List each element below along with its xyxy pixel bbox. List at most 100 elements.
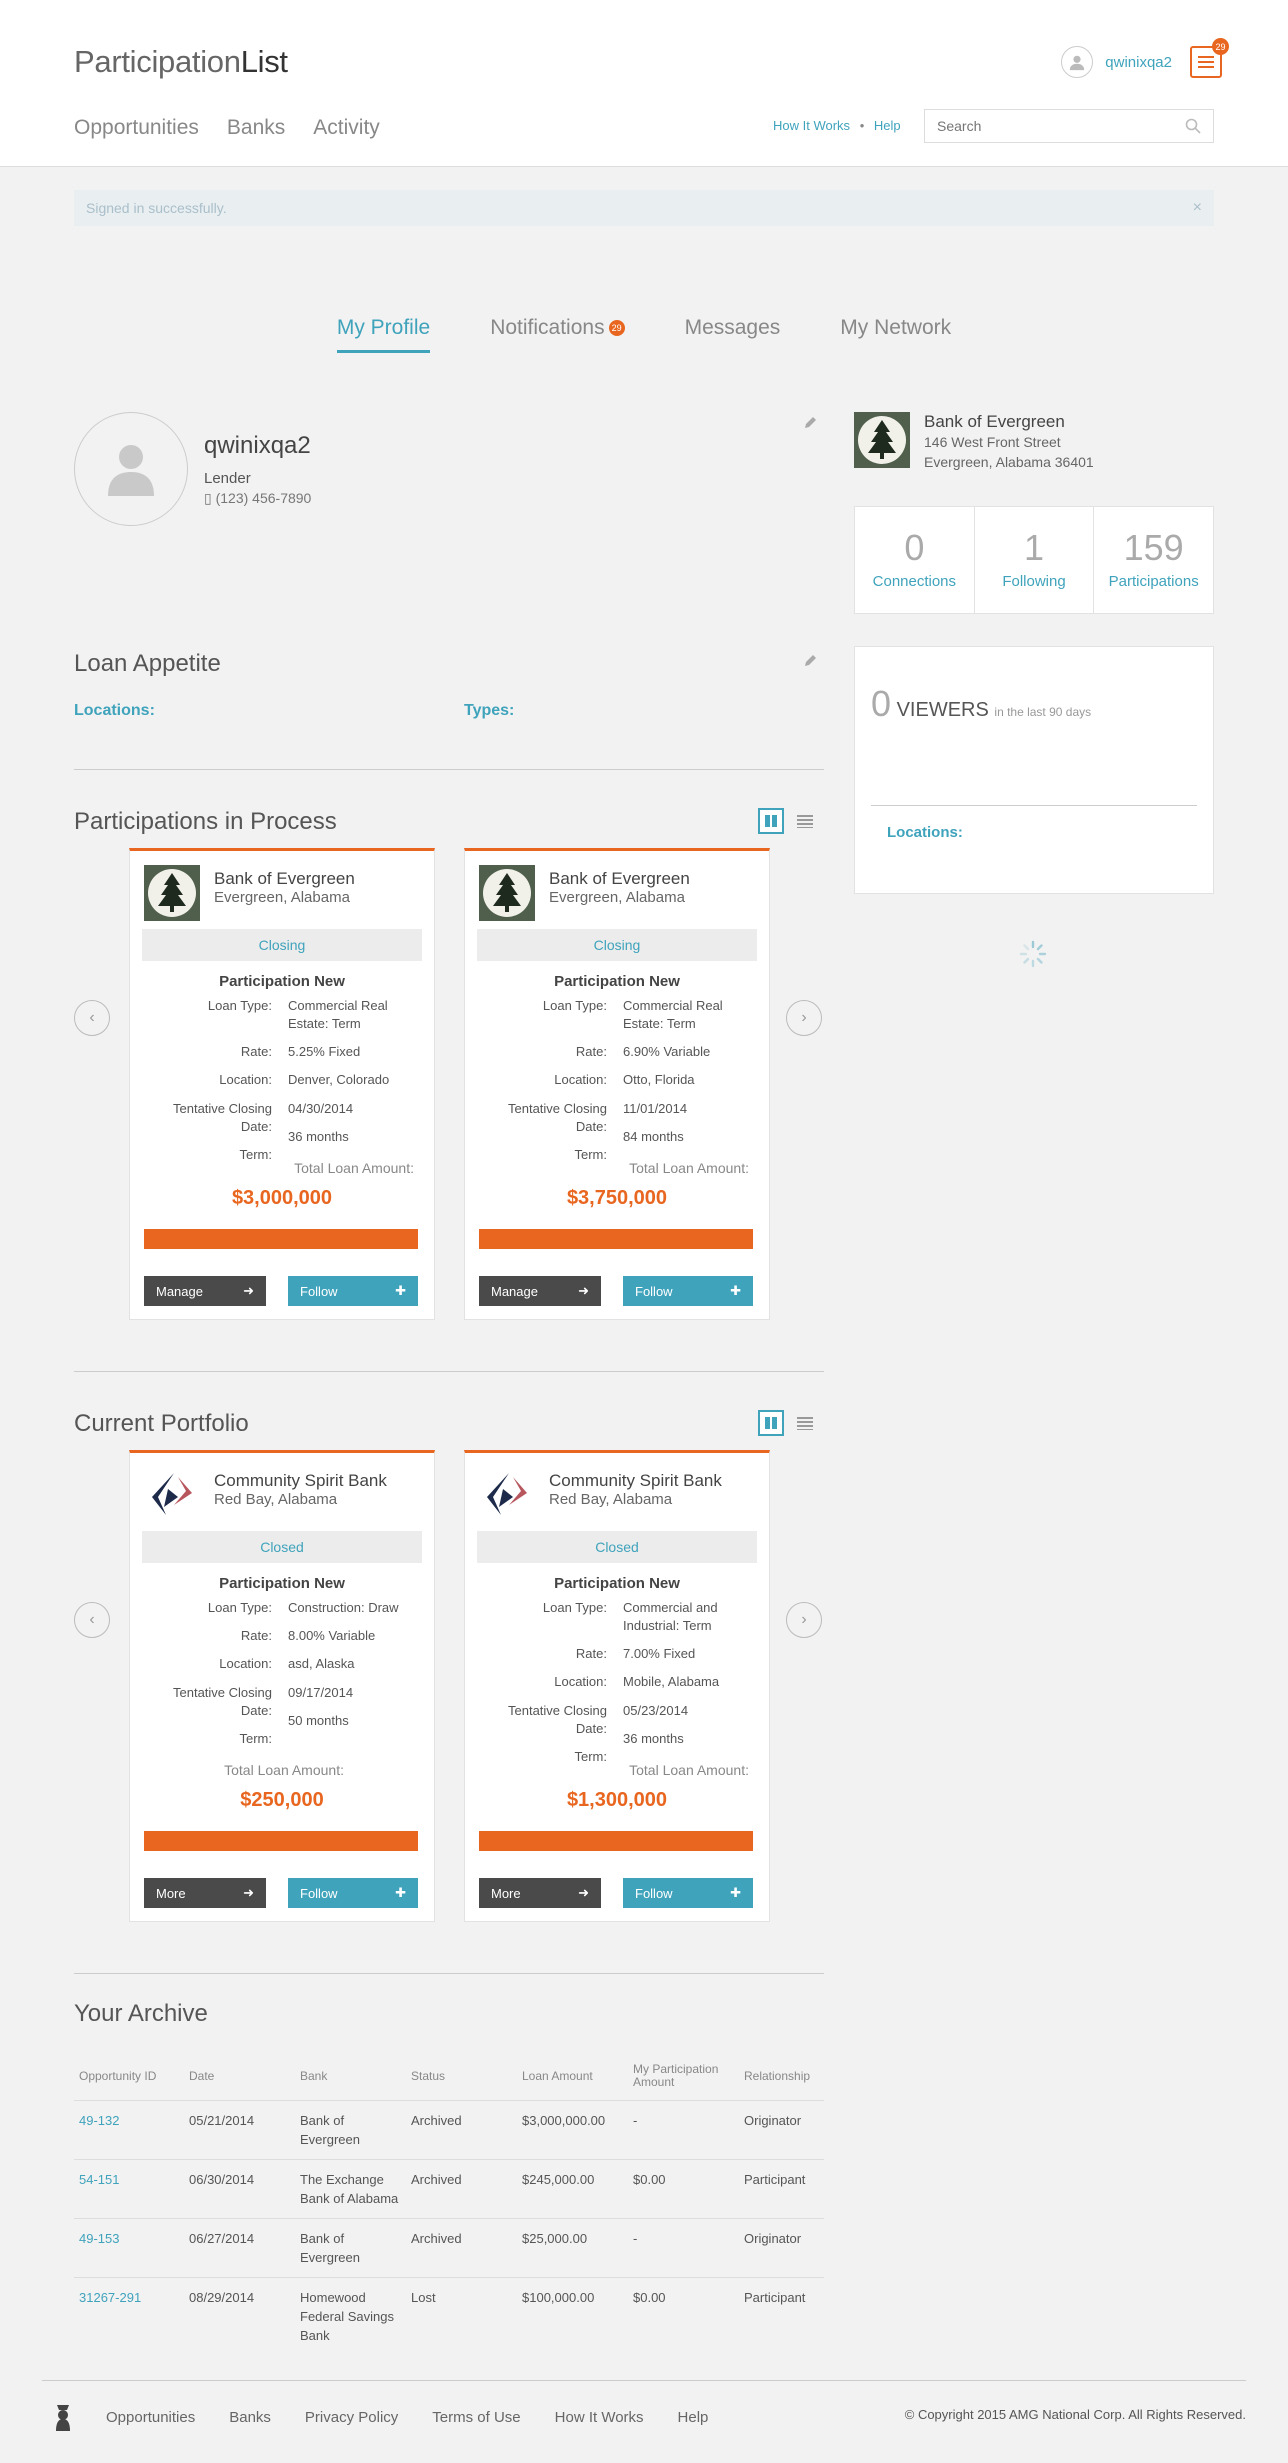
how-it-works-link[interactable]: How It Works — [773, 118, 850, 133]
row-label: Location: — [219, 1656, 272, 1671]
nav-opportunities[interactable]: Opportunities — [74, 116, 199, 140]
table-cell: 08/29/2014 — [184, 2276, 295, 2355]
row-value: 8.00% Variable — [288, 1628, 376, 1643]
tab-my-profile[interactable]: My Profile — [336, 316, 431, 353]
total-loan-label: Total Loan Amount: — [224, 1762, 344, 1778]
footer-link-banks[interactable]: Banks — [229, 2409, 271, 2426]
footer-link-help[interactable]: Help — [678, 2409, 709, 2426]
card-title[interactable]: Participation New — [130, 1575, 434, 1592]
username-link[interactable]: qwinixqa2 — [1105, 54, 1172, 71]
card-title[interactable]: Participation New — [465, 1575, 769, 1592]
manage-button[interactable]: Manage ➜ — [479, 1276, 601, 1306]
row-value: Construction: Draw — [288, 1600, 399, 1615]
footer-link-opportunities[interactable]: Opportunities — [106, 2409, 195, 2426]
table-cell: Participant — [739, 2158, 824, 2218]
table-cell: Homewood Federal Savings Bank — [295, 2276, 406, 2355]
list-icon — [797, 1417, 813, 1430]
opportunity-id-link[interactable]: 54-151 — [74, 2158, 184, 2218]
table-cell: Bank of Evergreen — [295, 2217, 406, 2277]
table-cell: Archived — [406, 2099, 517, 2159]
stat-following[interactable]: 1 Following — [975, 507, 1095, 613]
in-process-prev-arrow-icon[interactable]: ‹ — [74, 1000, 110, 1036]
total-loan-amount: $250,000 — [240, 1789, 324, 1811]
archive-title: Your Archive — [74, 2000, 208, 2027]
section-divider — [74, 1371, 824, 1372]
alert-close-icon[interactable]: × — [1193, 199, 1202, 217]
footer-link-terms-of-use[interactable]: Terms of Use — [432, 2409, 520, 2426]
card-bank-name[interactable]: Bank of Evergreen — [214, 869, 355, 889]
bank-of-evergreen-logo[interactable] — [854, 412, 910, 468]
search-input[interactable] — [937, 118, 1185, 134]
card-title[interactable]: Participation New — [465, 973, 769, 990]
portfolio-prev-arrow-icon[interactable]: ‹ — [74, 1602, 110, 1638]
bank-of-evergreen-logo[interactable] — [479, 865, 535, 921]
in-process-view-toggle — [758, 808, 818, 834]
stat-label: Participations — [1108, 573, 1199, 590]
follow-button[interactable]: Follow ✚ — [623, 1878, 753, 1908]
viewers-divider — [871, 805, 1197, 806]
more-button[interactable]: More ➜ — [144, 1878, 266, 1908]
bank-of-evergreen-logo[interactable] — [144, 865, 200, 921]
list-view-toggle[interactable] — [792, 1410, 818, 1436]
table-cell: Originator — [739, 2099, 824, 2159]
card-title[interactable]: Participation New — [130, 973, 434, 990]
table-cell: $245,000.00 — [517, 2158, 628, 2218]
footer-links: Opportunities Banks Privacy Policy Terms… — [54, 2403, 708, 2431]
nav-banks[interactable]: Banks — [227, 116, 285, 140]
stat-connections[interactable]: 0 Connections — [855, 507, 975, 613]
bank-name[interactable]: Bank of Evergreen — [924, 412, 1214, 432]
tab-my-network[interactable]: My Network — [840, 316, 951, 353]
row-label: Location: — [219, 1072, 272, 1087]
footer-link-privacy-policy[interactable]: Privacy Policy — [305, 2409, 398, 2426]
site-logo[interactable]: ParticipationList — [74, 44, 288, 80]
follow-button[interactable]: Follow ✚ — [623, 1276, 753, 1306]
opportunity-id-link[interactable]: 49-153 — [74, 2217, 184, 2277]
appetite-locations-label: Locations: — [74, 702, 155, 719]
button-label: Follow — [635, 1283, 673, 1299]
viewers-count: 0 — [871, 683, 892, 724]
follow-button[interactable]: Follow ✚ — [288, 1878, 418, 1908]
row-value: asd, Alaska — [288, 1656, 355, 1671]
table-header-row: Opportunity ID Date Bank Status Loan Amo… — [74, 2052, 824, 2100]
edit-loan-appetite-pencil-icon[interactable] — [804, 654, 817, 667]
grid-view-toggle[interactable] — [758, 808, 784, 834]
opportunity-id-link[interactable]: 31267-291 — [74, 2276, 184, 2355]
top-header: ParticipationList Opportunities Banks Ac… — [0, 0, 1288, 167]
community-spirit-bank-logo[interactable] — [479, 1467, 535, 1523]
in-process-next-arrow-icon[interactable]: › — [786, 1000, 822, 1036]
section-divider — [74, 769, 824, 770]
row-value: 84 months — [623, 1129, 684, 1144]
footer-logo-icon[interactable] — [54, 2403, 72, 2431]
manage-button[interactable]: Manage ➜ — [144, 1276, 266, 1306]
portfolio-next-arrow-icon[interactable]: › — [786, 1602, 822, 1638]
participation-card: Bank of Evergreen Evergreen, Alabama Clo… — [464, 848, 770, 1320]
card-bank-location: Evergreen, Alabama — [214, 889, 350, 906]
profile-avatar — [74, 412, 188, 526]
row-label: Location: — [554, 1072, 607, 1087]
user-avatar[interactable] — [1061, 46, 1094, 78]
table-cell: 06/30/2014 — [184, 2158, 295, 2218]
tab-notifications[interactable]: Notifications 29 — [490, 316, 625, 353]
footer-link-how-it-works[interactable]: How It Works — [555, 2409, 644, 2426]
card-status: Closing — [142, 929, 422, 961]
card-bank-name[interactable]: Bank of Evergreen — [549, 869, 690, 889]
help-link[interactable]: Help — [874, 118, 901, 133]
grid-icon — [765, 1417, 777, 1429]
nav-activity[interactable]: Activity — [313, 116, 380, 140]
search-icon[interactable] — [1185, 118, 1201, 134]
tab-messages[interactable]: Messages — [685, 316, 781, 353]
row-value: 36 months — [288, 1129, 349, 1144]
opportunity-id-link[interactable]: 49-132 — [74, 2099, 184, 2159]
list-view-toggle[interactable] — [792, 808, 818, 834]
card-bank-name[interactable]: Community Spirit Bank — [549, 1471, 722, 1491]
menu-button[interactable]: 29 — [1190, 38, 1229, 78]
card-bank-name[interactable]: Community Spirit Bank — [214, 1471, 387, 1491]
stat-participations[interactable]: 159 Participations — [1094, 507, 1213, 613]
more-button[interactable]: More ➜ — [479, 1878, 601, 1908]
follow-button[interactable]: Follow ✚ — [288, 1276, 418, 1306]
community-spirit-bank-logo[interactable] — [144, 1467, 200, 1523]
grid-view-toggle[interactable] — [758, 1410, 784, 1436]
card-status: Closed — [142, 1531, 422, 1563]
edit-profile-pencil-icon[interactable] — [804, 416, 817, 429]
column-header: Date — [189, 2068, 215, 2083]
